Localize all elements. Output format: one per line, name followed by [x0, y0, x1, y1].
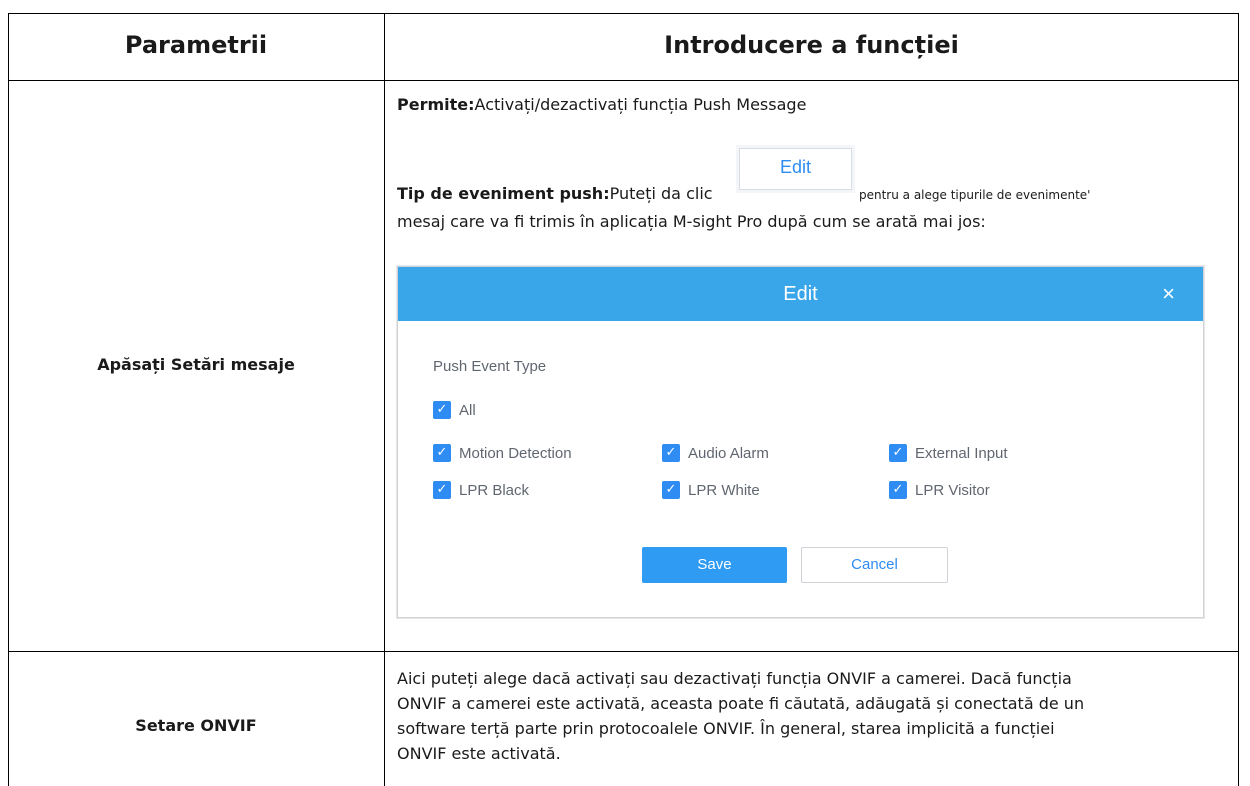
enable-text: Activați/dezactivați funcția Push Messag…: [474, 95, 807, 114]
table-column-divider: [384, 13, 385, 786]
checkbox-label: LPR White: [688, 481, 760, 499]
row-label-push-messages: Apăsați Setări mesaje: [97, 355, 295, 374]
checkbox-label: All: [459, 401, 476, 419]
checkbox-checked-icon: ✓: [889, 481, 907, 499]
onvif-description-line-2: ONVIF a camerei este activată, aceasta p…: [397, 694, 1085, 713]
checkbox-label: Motion Detection: [459, 444, 572, 462]
header-introducere: Introducere a funcției: [664, 31, 959, 59]
checkbox-label: LPR Visitor: [915, 481, 990, 499]
checkbox-lpr-white[interactable]: ✓ LPR White: [662, 481, 760, 499]
dialog-title: Edit: [398, 267, 1203, 321]
save-button[interactable]: Save: [642, 547, 787, 583]
row-divider: [8, 651, 1239, 652]
checkbox-label: External Input: [915, 444, 1008, 462]
push-event-type-label: Push Event Type: [433, 358, 547, 375]
header-divider: [8, 80, 1239, 81]
push-type-title: Tip de eveniment push:: [397, 184, 610, 203]
checkbox-checked-icon: ✓: [433, 401, 451, 419]
enable-paragraph: Permite:Activați/dezactivați funcția Pus…: [397, 93, 806, 117]
push-type-paragraph: Tip de eveniment push:Puteți da clic: [397, 182, 713, 206]
row-label-onvif: Setare ONVIF: [135, 716, 257, 735]
push-type-text-before: Puteți da clic: [609, 184, 713, 203]
onvif-description-line-1: Aici puteți alege dacă activați sau deza…: [397, 669, 1072, 688]
checkbox-checked-icon: ✓: [889, 444, 907, 462]
checkbox-external-input[interactable]: ✓ External Input: [889, 444, 1008, 462]
checkbox-audio-alarm[interactable]: ✓ Audio Alarm: [662, 444, 769, 462]
onvif-description-line-4: ONVIF este activată.: [397, 744, 561, 763]
checkbox-all[interactable]: ✓ All: [433, 401, 476, 419]
checkbox-label: Audio Alarm: [688, 444, 769, 462]
checkbox-lpr-visitor[interactable]: ✓ LPR Visitor: [889, 481, 990, 499]
table-right-border: [1238, 13, 1239, 786]
enable-title: Permite:: [397, 95, 475, 114]
close-icon[interactable]: ×: [1162, 267, 1175, 321]
checkbox-motion-detection[interactable]: ✓ Motion Detection: [433, 444, 572, 462]
table-top-border: [8, 13, 1239, 14]
checkbox-checked-icon: ✓: [433, 481, 451, 499]
checkbox-checked-icon: ✓: [662, 481, 680, 499]
header-parametrii: Parametrii: [124, 31, 268, 59]
checkbox-checked-icon: ✓: [433, 444, 451, 462]
checkbox-checked-icon: ✓: [662, 444, 680, 462]
edit-button[interactable]: Edit: [739, 148, 852, 190]
table-left-border: [8, 13, 9, 786]
onvif-description-line-3: software terță parte prin protocoalele O…: [397, 719, 1055, 738]
push-type-text-line2: mesaj care va fi trimis în aplicația M-s…: [397, 212, 986, 231]
cancel-button[interactable]: Cancel: [801, 547, 948, 583]
push-type-text-after: pentru a alege tipurile de evenimente': [859, 188, 1091, 202]
checkbox-lpr-black[interactable]: ✓ LPR Black: [433, 481, 529, 499]
checkbox-label: LPR Black: [459, 481, 530, 499]
edit-dialog: Edit × Push Event Type ✓ All ✓ Motion De…: [397, 266, 1204, 618]
